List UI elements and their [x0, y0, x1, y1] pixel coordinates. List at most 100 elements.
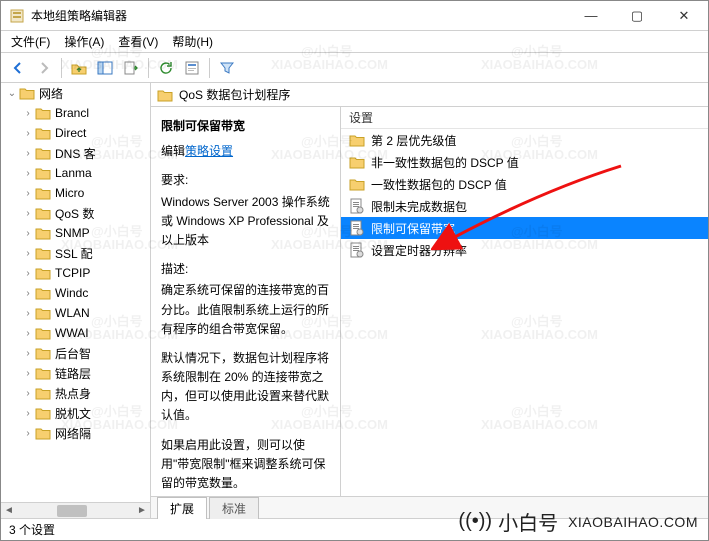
forward-button[interactable]	[33, 57, 55, 79]
tree-node[interactable]: › QoS 数	[1, 203, 150, 223]
expand-icon[interactable]: ›	[21, 328, 35, 339]
tree-node[interactable]: ›SNMP	[1, 223, 150, 243]
content-title: QoS 数据包计划程序	[179, 86, 290, 103]
policy-setting-icon	[349, 198, 365, 214]
expand-icon[interactable]: ›	[21, 248, 35, 259]
refresh-button[interactable]	[155, 57, 177, 79]
expand-icon[interactable]: ›	[21, 128, 35, 139]
properties-button[interactable]	[181, 57, 203, 79]
tree-node[interactable]: ›WWAI	[1, 323, 150, 343]
menu-action[interactable]: 操作(A)	[64, 33, 104, 50]
list-row[interactable]: 设置定时器分辨率	[341, 239, 708, 261]
folder-icon	[35, 146, 51, 160]
expand-icon[interactable]: ›	[21, 188, 35, 199]
tree-node[interactable]: ›Direct	[1, 123, 150, 143]
tree-node[interactable]: ›SSL 配	[1, 243, 150, 263]
tree-node[interactable]: › 热点身	[1, 383, 150, 403]
folder-icon	[35, 206, 51, 220]
expand-icon[interactable]: ›	[21, 388, 35, 399]
folder-icon	[35, 386, 51, 400]
content-pane: QoS 数据包计划程序 限制可保留带宽 编辑策略设置 要求: Windows S…	[151, 83, 708, 518]
expand-icon[interactable]: ›	[21, 408, 35, 419]
list-row-label: 设置定时器分辨率	[371, 242, 467, 259]
content-body: 限制可保留带宽 编辑策略设置 要求: Windows Server 2003 操…	[151, 107, 708, 496]
list-row[interactable]: 一致性数据包的 DSCP 值	[341, 173, 708, 195]
expand-icon[interactable]: ›	[21, 348, 35, 359]
menu-file[interactable]: 文件(F)	[11, 33, 50, 50]
expand-icon[interactable]: ›	[21, 368, 35, 379]
folder-icon	[35, 326, 51, 340]
expand-icon[interactable]: ›	[21, 208, 35, 219]
minimize-button[interactable]: —	[568, 1, 614, 31]
export-list-button[interactable]	[120, 57, 142, 79]
folder-icon	[35, 106, 51, 120]
tree-node[interactable]: ›Micro	[1, 183, 150, 203]
tree-node[interactable]: › 网络隔	[1, 423, 150, 443]
expand-icon[interactable]: ›	[21, 288, 35, 299]
folder-open-icon	[19, 86, 35, 100]
scroll-thumb[interactable]	[57, 505, 87, 517]
folder-icon	[35, 286, 51, 300]
tree-node-label: 热点身	[55, 385, 91, 402]
folder-icon	[35, 366, 51, 380]
expand-icon[interactable]: ›	[21, 168, 35, 179]
tree-node-label: Windc	[55, 286, 88, 300]
folder-icon	[35, 426, 51, 440]
expand-icon[interactable]: ›	[21, 228, 35, 239]
horizontal-scrollbar[interactable]: ◄ ►	[1, 502, 150, 518]
list-row-label: 一致性数据包的 DSCP 值	[371, 176, 507, 193]
content-header: QoS 数据包计划程序	[151, 83, 708, 107]
folder-icon	[35, 246, 51, 260]
maximize-button[interactable]: ▢	[614, 1, 660, 31]
folder-icon	[35, 346, 51, 360]
tab-extended[interactable]: 扩展	[157, 497, 207, 519]
description-p1: 确定系统可保留的连接带宽的百分比。此值限制系统上运行的所有程序的组合带宽保留。	[161, 281, 330, 339]
scroll-left-arrow[interactable]: ◄	[1, 505, 17, 516]
back-button[interactable]	[7, 57, 29, 79]
expand-icon[interactable]: ›	[21, 428, 35, 439]
column-header-setting[interactable]: 设置	[341, 107, 708, 129]
expand-icon[interactable]: ›	[21, 148, 35, 159]
tree-node[interactable]: ›WLAN	[1, 303, 150, 323]
up-button[interactable]	[68, 57, 90, 79]
description-p3: 如果启用此设置，则可以使用"带宽限制"框来调整系统可保留的带宽数量。	[161, 436, 330, 494]
expand-icon[interactable]: ›	[21, 308, 35, 319]
tree-root-node[interactable]: ⌄ 网络	[1, 83, 150, 103]
tree-node[interactable]: › Brancl	[1, 103, 150, 123]
list-row[interactable]: 第 2 层优先级值	[341, 129, 708, 151]
close-button[interactable]: ✕	[660, 1, 708, 31]
menu-help[interactable]: 帮助(H)	[172, 33, 213, 50]
tree-node[interactable]: ›链路层	[1, 363, 150, 383]
tree-node[interactable]: ›DNS 客	[1, 143, 150, 163]
folder-icon	[35, 226, 51, 240]
list-row[interactable]: 非一致性数据包的 DSCP 值	[341, 151, 708, 173]
folder-icon	[35, 406, 51, 420]
toolbar-separator	[61, 58, 62, 78]
show-hide-tree-button[interactable]	[94, 57, 116, 79]
tree-node-label: Brancl	[55, 106, 89, 120]
collapse-icon[interactable]: ⌄	[5, 88, 19, 99]
menu-view[interactable]: 查看(V)	[118, 33, 158, 50]
filter-button[interactable]	[216, 57, 238, 79]
tree-node[interactable]: ›脱机文	[1, 403, 150, 423]
expand-icon[interactable]: ›	[21, 268, 35, 279]
scroll-right-arrow[interactable]: ►	[134, 505, 150, 516]
list-row[interactable]: 限制可保留带宽	[341, 217, 708, 239]
description-pane: 限制可保留带宽 编辑策略设置 要求: Windows Server 2003 操…	[151, 107, 341, 496]
tree-node[interactable]: › TCPIP	[1, 263, 150, 283]
edit-prefix: 编辑	[161, 144, 185, 158]
edit-policy-link[interactable]: 策略设置	[185, 144, 233, 158]
expand-icon[interactable]: ›	[21, 108, 35, 119]
tree-node-label: TCPIP	[55, 266, 90, 280]
tree-node-label: QoS 数	[55, 205, 94, 222]
folder-icon	[35, 186, 51, 200]
status-text: 3 个设置	[9, 521, 55, 538]
setting-name: 限制可保留带宽	[161, 117, 330, 136]
list-row[interactable]: 限制未完成数据包	[341, 195, 708, 217]
tree-node[interactable]: ›Lanma	[1, 163, 150, 183]
tree-scroll[interactable]: ⌄ 网络 ›Brancl›Direct›DNS 客›Lanma›Micro›Qo…	[1, 83, 150, 502]
tab-standard[interactable]: 标准	[209, 497, 259, 519]
tree-node-label: 网络隔	[55, 425, 91, 442]
tree-node[interactable]: ›后台智	[1, 343, 150, 363]
tree-node[interactable]: › Windc	[1, 283, 150, 303]
